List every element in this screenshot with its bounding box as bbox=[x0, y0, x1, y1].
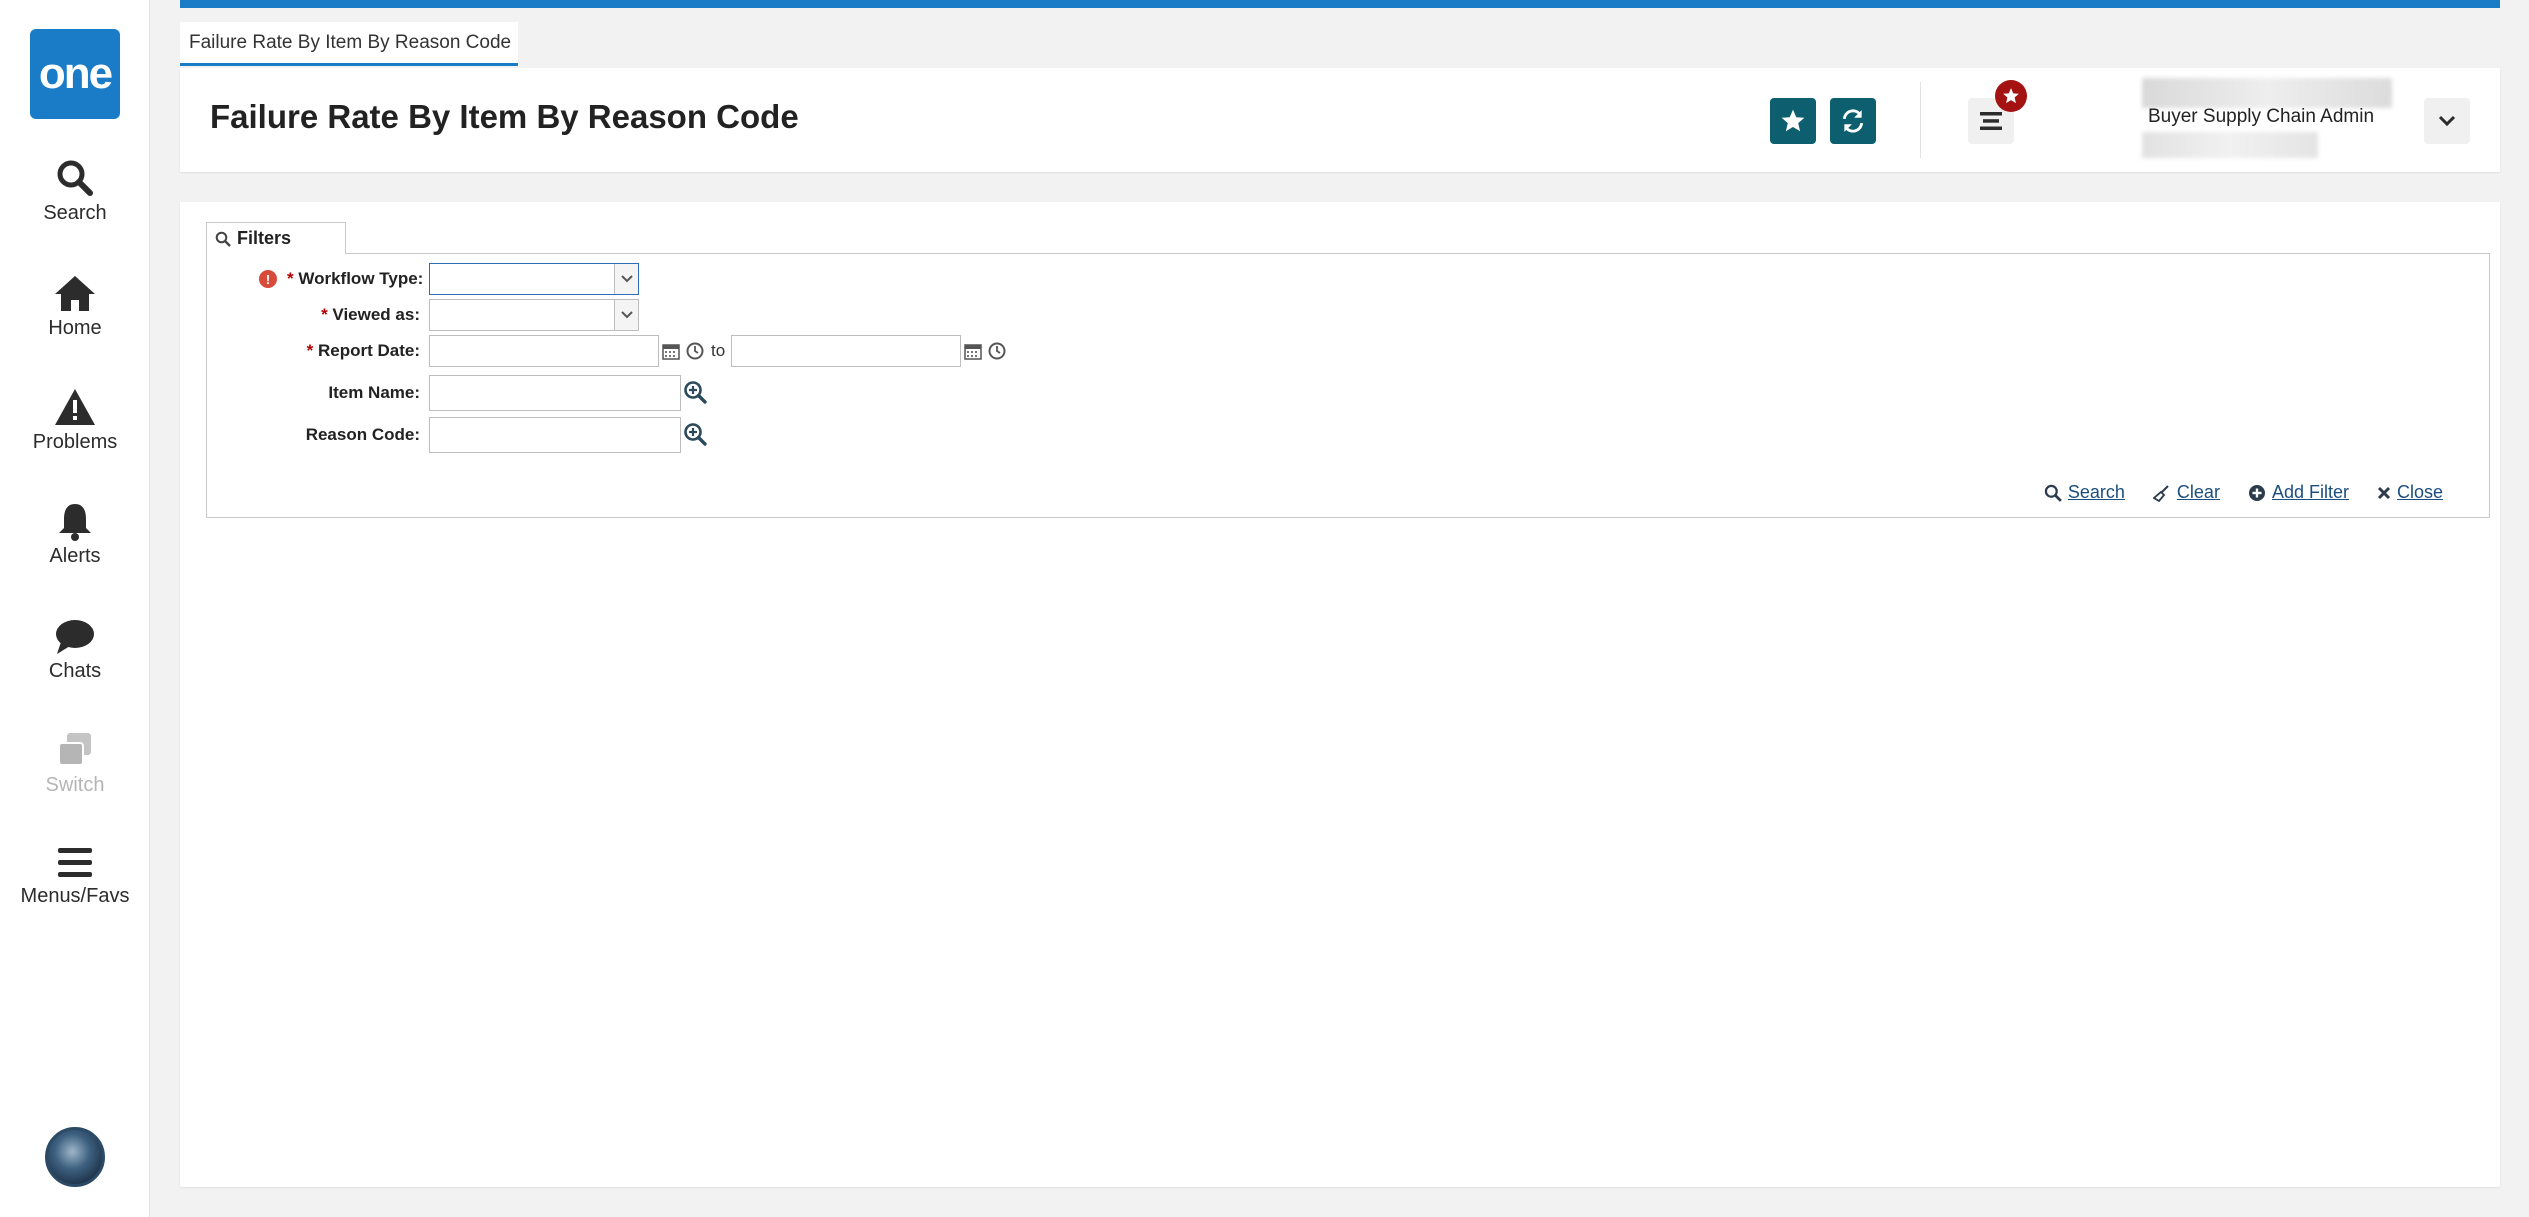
filters-tab-label: Filters bbox=[237, 228, 292, 248]
close-filter-label: Close bbox=[2396, 482, 2443, 502]
workflow-type-label-text: Workflow Type: bbox=[298, 269, 424, 288]
close-filter-button[interactable]: Close bbox=[2377, 482, 2443, 503]
viewed-as-select[interactable] bbox=[429, 299, 639, 331]
refresh-button[interactable] bbox=[1830, 98, 1876, 144]
calendar-icon[interactable] bbox=[961, 338, 985, 364]
bell-icon bbox=[59, 504, 91, 541]
workflow-type-select[interactable] bbox=[429, 263, 639, 295]
chevron-down-icon[interactable] bbox=[614, 300, 638, 330]
nav-menus-favs-label: Menus/Favs bbox=[20, 885, 130, 907]
reason-code-label: Reason Code: bbox=[305, 425, 420, 444]
nav-alerts[interactable]: Alerts bbox=[0, 501, 150, 568]
tab-label: Failure Rate By Item By Reason Code bbox=[189, 32, 512, 53]
nav-chats[interactable]: Chats bbox=[0, 616, 150, 683]
favorites-badge[interactable] bbox=[1995, 80, 2027, 112]
filter-actions: Search Clear Add Filter Close bbox=[2044, 482, 2443, 503]
page-title: Failure Rate By Item By Reason Code bbox=[210, 98, 799, 135]
nav-problems-label: Problems bbox=[32, 431, 118, 453]
workflow-type-row: * Workflow Type: bbox=[207, 263, 2489, 295]
clock-icon[interactable] bbox=[683, 338, 707, 364]
header-divider bbox=[1920, 82, 1921, 158]
close-icon bbox=[2377, 486, 2391, 499]
required-mark: * bbox=[321, 305, 328, 324]
report-date-label-text: Report Date: bbox=[317, 341, 420, 360]
nav-switch[interactable]: Switch bbox=[0, 730, 150, 797]
nav-switch-label: Switch bbox=[45, 774, 105, 796]
star-icon bbox=[1781, 109, 1805, 132]
zoom-lookup-icon[interactable] bbox=[683, 421, 707, 447]
workflow-type-input[interactable] bbox=[432, 266, 610, 292]
nav-search-label: Search bbox=[43, 202, 107, 224]
filters-panel: ! * Workflow Type: * Viewed as: * Report bbox=[206, 253, 2490, 518]
switch-windows-icon bbox=[58, 733, 91, 766]
report-date-row: * Report Date: to bbox=[207, 335, 2489, 367]
user-role: Buyer Supply Chain Admin bbox=[2148, 106, 2375, 127]
home-icon bbox=[55, 276, 95, 311]
nav-home[interactable]: Home bbox=[0, 273, 150, 340]
nav-alerts-label: Alerts bbox=[49, 545, 101, 567]
warning-icon bbox=[55, 389, 95, 425]
nav-menus-favs[interactable]: Menus/Favs bbox=[0, 845, 150, 908]
search-filter-label: Search bbox=[2067, 482, 2125, 502]
item-name-label: Item Name: bbox=[328, 383, 420, 402]
item-name-input[interactable] bbox=[429, 375, 681, 411]
search-icon bbox=[2044, 484, 2062, 502]
reason-code-input[interactable] bbox=[429, 417, 681, 453]
page-header: Failure Rate By Item By Reason Code Buye… bbox=[180, 68, 2500, 172]
required-mark: * bbox=[306, 341, 314, 360]
search-filter-button[interactable]: Search bbox=[2044, 482, 2125, 503]
clear-filter-button[interactable]: Clear bbox=[2152, 482, 2220, 503]
date-range-separator: to bbox=[711, 341, 726, 360]
hamburger-menu-icon bbox=[58, 848, 92, 877]
star-badge-icon bbox=[2003, 88, 2019, 104]
viewed-as-label-text: Viewed as: bbox=[332, 305, 420, 324]
search-icon bbox=[215, 231, 231, 247]
nav-problems[interactable]: Problems bbox=[0, 387, 150, 454]
calendar-icon[interactable] bbox=[659, 338, 683, 364]
search-icon bbox=[57, 160, 93, 196]
reason-code-row: Reason Code: bbox=[207, 417, 2489, 453]
nav-chats-label: Chats bbox=[48, 660, 102, 682]
plus-circle-icon bbox=[2248, 484, 2265, 501]
broom-icon bbox=[2152, 484, 2169, 502]
clear-filter-label: Clear bbox=[2176, 482, 2220, 502]
report-date-label: * Report Date: bbox=[267, 341, 420, 361]
workflow-type-label: * Workflow Type: bbox=[287, 269, 424, 289]
report-date-to-input[interactable] bbox=[731, 335, 961, 367]
chevron-down-icon bbox=[2438, 115, 2456, 127]
top-accent-bar bbox=[180, 0, 2500, 8]
viewed-as-input[interactable] bbox=[432, 302, 610, 328]
refresh-icon bbox=[1842, 109, 1864, 133]
item-name-row: Item Name: bbox=[207, 375, 2489, 411]
report-content-area: Filters ! * Workflow Type: * Viewed as: bbox=[180, 202, 2500, 1187]
user-menu-dropdown[interactable] bbox=[2424, 98, 2470, 144]
zoom-lookup-icon[interactable] bbox=[683, 379, 707, 405]
app-logo-text: one bbox=[38, 49, 113, 98]
add-filter-label: Add Filter bbox=[2271, 482, 2349, 502]
nav-search[interactable]: Search bbox=[0, 158, 150, 225]
tab-failure-rate-report[interactable]: Failure Rate By Item By Reason Code bbox=[180, 22, 518, 66]
favorite-button[interactable] bbox=[1770, 98, 1816, 144]
clock-icon[interactable] bbox=[985, 338, 1009, 364]
filters-tab[interactable]: Filters bbox=[206, 222, 346, 254]
list-menu-icon bbox=[1980, 112, 2002, 130]
user-org-redacted bbox=[2142, 132, 2318, 158]
report-date-from-input[interactable] bbox=[429, 335, 659, 367]
user-avatar[interactable] bbox=[45, 1127, 105, 1187]
viewed-as-label: * Viewed as: bbox=[287, 305, 420, 325]
left-nav-rail: one Search Home Problems Alerts Chats Sw… bbox=[0, 0, 150, 1217]
required-mark: * bbox=[287, 269, 294, 288]
app-logo[interactable]: one bbox=[30, 29, 120, 119]
chat-bubble-icon bbox=[56, 620, 94, 654]
user-name-redacted bbox=[2142, 78, 2392, 108]
add-filter-button[interactable]: Add Filter bbox=[2248, 482, 2349, 503]
viewed-as-row: * Viewed as: bbox=[207, 299, 2489, 331]
chevron-down-icon[interactable] bbox=[614, 264, 638, 294]
nav-home-label: Home bbox=[48, 317, 102, 339]
